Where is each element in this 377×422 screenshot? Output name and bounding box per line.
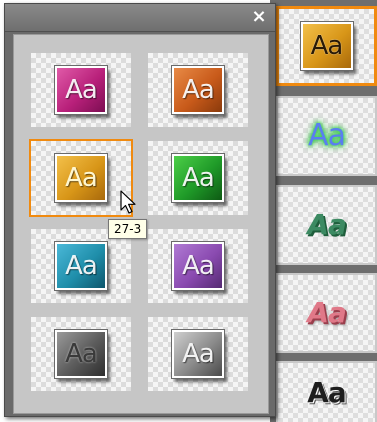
- strip-tile-pink-3d: Aa: [307, 296, 347, 329]
- style-tile-label: Aa: [65, 251, 98, 281]
- style-tile-light-gray: Aa: [171, 329, 225, 379]
- style-item-orange[interactable]: Aa: [146, 51, 250, 129]
- panel-header: ×: [5, 4, 275, 32]
- style-item-gold[interactable]: Aa: [29, 139, 133, 217]
- style-item-purple[interactable]: Aa: [146, 227, 250, 305]
- strip-item-black[interactable]: Aa: [276, 361, 377, 422]
- strip-tile-label: Aa: [307, 296, 347, 329]
- style-tile-teal: Aa: [54, 241, 108, 291]
- style-tile-label: Aa: [182, 75, 215, 105]
- style-tile-gold: Aa: [54, 153, 108, 203]
- strip-tile-glow: Aa: [308, 118, 346, 153]
- tooltip: 27-3: [108, 219, 148, 239]
- style-tile-label: Aa: [65, 339, 98, 369]
- strip-tile-label: Aa: [307, 375, 347, 409]
- strip-item-glow[interactable]: Aa: [276, 96, 377, 176]
- style-tile-green: Aa: [171, 153, 225, 203]
- style-tile-label: Aa: [182, 251, 215, 281]
- strip-item-pink-3d[interactable]: Aa: [276, 273, 377, 353]
- style-picker-panel: × Aa Aa Aa Aa Aa Aa Aa Aa: [4, 3, 276, 417]
- strip-item-gold[interactable]: Aa: [276, 6, 377, 86]
- style-tile-magenta: Aa: [54, 65, 108, 115]
- style-tile-orange: Aa: [171, 65, 225, 115]
- mouse-pointer-icon: [120, 190, 136, 214]
- strip-tile-gold: Aa: [299, 21, 354, 71]
- style-item-gray[interactable]: Aa: [29, 315, 133, 393]
- style-tile-purple: Aa: [171, 241, 225, 291]
- style-item-light-gray[interactable]: Aa: [146, 315, 250, 393]
- style-tile-label: Aa: [182, 339, 215, 369]
- style-item-green[interactable]: Aa: [146, 139, 250, 217]
- strip-tile-black: Aa: [307, 375, 347, 409]
- strip-tile-label: Aa: [307, 208, 347, 241]
- strip-tile-label: Aa: [308, 118, 346, 153]
- style-tile-label: Aa: [65, 75, 98, 105]
- style-tile-label: Aa: [182, 163, 215, 193]
- close-button[interactable]: ×: [249, 7, 269, 27]
- strip-item-green-3d[interactable]: Aa: [276, 185, 377, 265]
- style-tile-gray: Aa: [54, 329, 108, 379]
- style-item-magenta[interactable]: Aa: [29, 51, 133, 129]
- style-tile-label: Aa: [65, 163, 98, 193]
- strip-tile-green-3d: Aa: [307, 208, 347, 241]
- strip-tile-label: Aa: [310, 31, 344, 61]
- style-strip: Aa Aa Aa Aa Aa: [270, 0, 377, 422]
